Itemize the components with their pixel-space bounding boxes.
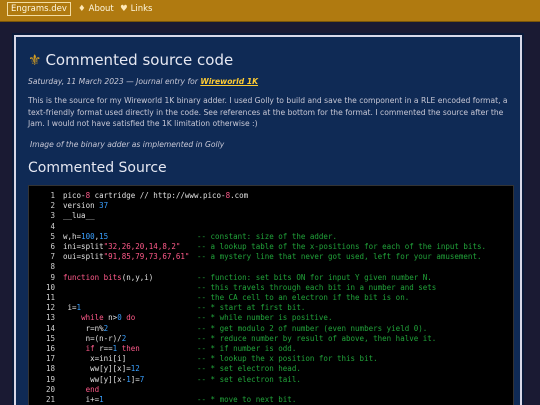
code-comment: -- this travels through each bit in a nu… [197, 282, 437, 292]
code-comment: -- a lookup table of the x-positions for… [197, 242, 486, 251]
code-text: end [85, 384, 100, 394]
line-number: 6 [50, 242, 55, 251]
nav-links-label: Links [130, 4, 153, 14]
code-comment: -- the CA cell to an electron if the bit… [197, 293, 410, 302]
code-text: r=n%2 [63, 323, 109, 333]
intro-paragraph: This is the source for my Wireworld 1K b… [28, 96, 508, 129]
code-line: 9 function bits(n,y,i) -- function: set bi… [29, 273, 513, 283]
code-text: oui=split"91,85,79,73,67,61" [63, 252, 190, 262]
code-text: n=(n-r)/2 [63, 333, 127, 343]
top-nav-bar: Engrams.dev ♦ About ♥ Links [0, 0, 540, 22]
journal-entry-link[interactable]: Wireworld 1K [200, 77, 258, 86]
code-comment: -- * lookup the x position for this bit. [197, 354, 378, 364]
code-line: 4 [29, 222, 513, 232]
article-date: Saturday, 11 March 2023 — Journal entry … [28, 77, 201, 86]
code-comment: -- * get modulo 2 of number (even number… [197, 323, 428, 333]
code-text: __lua__ [63, 211, 95, 221]
code-block[interactable]: 1 pico-8 cartridge // http://www.pico-8.c… [28, 185, 514, 405]
section-heading: Commented Source [28, 160, 167, 176]
line-number: 1 [50, 191, 55, 200]
code-line: 8 [29, 262, 513, 272]
code-line: 11 -- the CA cell to an electron if the b… [29, 293, 513, 303]
line-number: 8 [50, 262, 55, 272]
code-line: 19 ww[y][x-1]=7 -- * set electron tail. [29, 375, 513, 385]
code-text: ini=split"32,26,20,14,8,2" [63, 242, 181, 251]
line-number: 12 [45, 303, 55, 313]
code-comment: -- * set electron head. [197, 364, 301, 374]
code-line: 15 n=(n-r)/2 -- * reduce number by result… [29, 334, 513, 344]
code-line: 1 pico-8 cartridge // http://www.pico-8.c… [29, 191, 513, 201]
code-text: i=1 [63, 303, 82, 313]
line-number: 15 [45, 333, 55, 343]
code-line: 7 oui=split"91,85,79,73,67,61" -- a myster… [29, 252, 513, 262]
code-comment: -- * set electron tail. [197, 374, 301, 384]
code-line: 21 i+=1 -- * move to next bit. [29, 395, 513, 405]
code-comment: -- * while number is positive. [197, 313, 333, 323]
code-comment: -- * move to next bit. [197, 395, 297, 404]
code-line: 5 w,h=100,15 -- constant: size of the adde… [29, 232, 513, 242]
line-number: 11 [45, 293, 55, 302]
code-line: 6 ini=split"32,26,20,14,8,2" -- a lookup t… [29, 242, 513, 252]
line-number: 18 [45, 364, 55, 374]
line-number: 21 [45, 395, 55, 404]
line-number: 3 [50, 211, 55, 221]
code-line: 3 __lua__ [29, 211, 513, 221]
code-comment: -- a mystery line that never got used, l… [197, 252, 482, 262]
nav-about-link[interactable]: ♦ About [78, 4, 114, 14]
nav-links-link[interactable]: ♥ Links [120, 4, 152, 14]
nav-about-label: About [88, 4, 114, 14]
code-text: if r==1 then [85, 344, 140, 353]
code-text: i+=1 [63, 395, 104, 404]
code-line: 12 i=1 -- * start at first bit. [29, 303, 513, 313]
line-number: 14 [45, 323, 55, 333]
line-number: 19 [45, 374, 55, 384]
code-text: x=ini[i] [63, 354, 127, 364]
code-text: w,h=100,15 [63, 231, 109, 241]
code-line: 20 end [29, 385, 513, 395]
code-line: 16 if r==1 then -- * if number is odd. [29, 344, 513, 354]
line-number: 9 [50, 272, 55, 282]
code-line: 14 r=n%2 -- * get modulo 2 of number (eve… [29, 324, 513, 334]
line-number: 7 [50, 252, 55, 262]
code-comment: -- * if number is odd. [197, 344, 297, 353]
code-line: 13 while n>0 do -- * while number is posi… [29, 313, 513, 323]
code-line: 18 ww[y][x]=12 -- * set electron head. [29, 364, 513, 374]
code-text: version 37 [63, 201, 109, 211]
code-comment: -- function: set bits ON for input Y giv… [197, 272, 432, 282]
diamond-icon: ♦ [78, 4, 86, 14]
article-panel: ⚜ Commented source code Saturday, 11 Marc… [12, 33, 524, 405]
heart-icon: ♥ [120, 4, 128, 14]
line-number: 17 [45, 354, 55, 364]
code-text: pico-8 cartridge // http://www.pico-8.co… [63, 191, 249, 200]
code-line: 10 -- this travels through each bit in a … [29, 283, 513, 293]
line-number: 13 [45, 313, 55, 323]
line-number: 4 [50, 221, 55, 231]
code-comment: -- * start at first bit. [197, 303, 306, 313]
image-caption: Image of the binary adder as implemented… [30, 140, 225, 149]
line-number: 20 [45, 384, 55, 394]
fleur-de-lis-icon: ⚜ [28, 51, 42, 69]
code-text: ww[y][x]=12 [63, 364, 140, 374]
page-title: ⚜ Commented source code [28, 51, 233, 69]
line-number: 2 [50, 201, 55, 211]
code-comment: -- constant: size of the adder. [197, 231, 337, 241]
code-line: 17 x=ini[i] -- * lookup the x position fo… [29, 354, 513, 364]
nav-brand-link[interactable]: Engrams.dev [7, 2, 71, 16]
code-text: while n>0 do [81, 313, 136, 323]
code-text: ww[y][x-1]=7 [63, 374, 145, 384]
line-number: 10 [45, 282, 55, 292]
code-comment: -- * reduce number by result of above, t… [197, 333, 437, 343]
code-text: function bits(n,y,i) [63, 272, 154, 282]
code-line: 2 version 37 [29, 201, 513, 211]
line-number: 16 [45, 344, 55, 353]
article-meta: Saturday, 11 March 2023 — Journal entry … [28, 77, 258, 86]
line-number: 5 [50, 231, 55, 241]
page-title-text: Commented source code [45, 51, 234, 69]
